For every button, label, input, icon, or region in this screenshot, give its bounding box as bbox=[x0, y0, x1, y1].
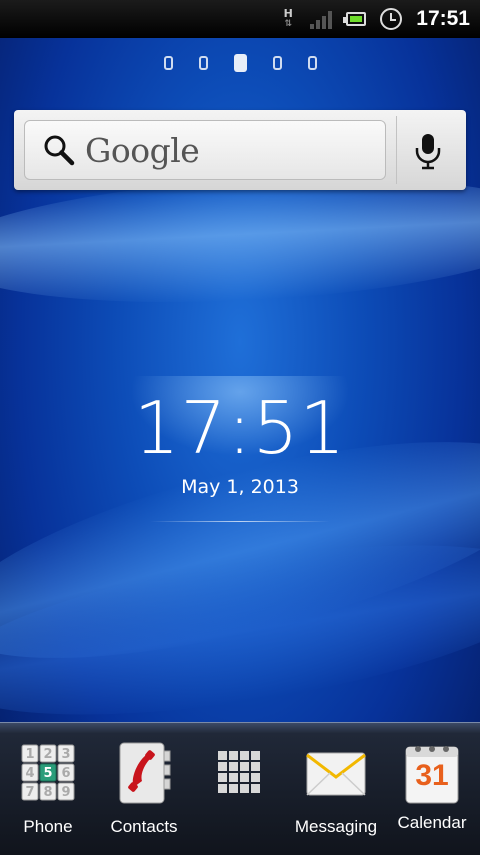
search-icon bbox=[44, 135, 75, 166]
page-dot bbox=[198, 56, 208, 70]
signal-icon bbox=[310, 9, 333, 29]
mic-icon[interactable] bbox=[414, 132, 442, 170]
dock-item-messaging[interactable]: Messaging bbox=[288, 741, 384, 837]
alarm-icon bbox=[380, 8, 403, 30]
svg-text:7: 7 bbox=[25, 785, 34, 800]
battery-icon bbox=[343, 12, 367, 26]
dock: 1 2 3 4 5 6 7 8 9 Phone Contacts Messagi… bbox=[0, 722, 480, 855]
messaging-icon bbox=[306, 752, 366, 796]
network-type-label: H bbox=[283, 7, 293, 20]
dock-item-contacts[interactable]: Contacts bbox=[96, 741, 192, 837]
dock-label-calendar: Calendar bbox=[397, 813, 467, 832]
calendar-icon: 31 bbox=[400, 741, 464, 805]
svg-text:9: 9 bbox=[61, 785, 70, 800]
calendar-day: 31 bbox=[415, 759, 449, 792]
svg-text:6: 6 bbox=[61, 766, 70, 781]
svg-text:3: 3 bbox=[61, 747, 70, 762]
dock-item-calendar[interactable]: 31 Calendar bbox=[384, 741, 480, 833]
page-dot bbox=[163, 56, 173, 70]
clock-time[interactable]: 17:51 bbox=[0, 388, 480, 468]
clock-underline bbox=[150, 521, 330, 522]
status-bar[interactable]: H ⇅ 17:51 bbox=[0, 0, 480, 38]
wallpaper-wave bbox=[0, 512, 480, 748]
clock-date: May 1, 2013 bbox=[181, 476, 299, 498]
svg-text:4: 4 bbox=[25, 766, 34, 781]
page-dot-active bbox=[233, 54, 247, 72]
network-h-icon: H ⇅ bbox=[280, 7, 296, 29]
app-drawer-icon bbox=[218, 751, 260, 793]
divider bbox=[396, 116, 397, 184]
status-time: 17:51 bbox=[416, 7, 470, 30]
svg-text:1: 1 bbox=[25, 747, 34, 762]
svg-text:5: 5 bbox=[43, 766, 52, 781]
contacts-icon bbox=[119, 742, 171, 804]
page-dot bbox=[307, 56, 317, 70]
dock-label-contacts: Contacts bbox=[110, 817, 178, 836]
page-indicator bbox=[0, 54, 480, 72]
phone-keypad-icon: 1 2 3 4 5 6 7 8 9 bbox=[21, 744, 75, 801]
google-search-widget: Google bbox=[14, 110, 466, 190]
svg-text:8: 8 bbox=[43, 785, 52, 800]
google-logo: Google bbox=[85, 130, 200, 170]
dock-label-messaging: Messaging bbox=[294, 817, 378, 836]
dock-item-phone[interactable]: 1 2 3 4 5 6 7 8 9 Phone bbox=[0, 741, 96, 837]
dock-item-app-drawer[interactable] bbox=[192, 741, 288, 817]
svg-text:2: 2 bbox=[43, 747, 52, 762]
dock-label-phone: Phone bbox=[23, 817, 73, 836]
page-dot bbox=[272, 56, 282, 70]
search-input[interactable]: Google bbox=[24, 120, 386, 180]
